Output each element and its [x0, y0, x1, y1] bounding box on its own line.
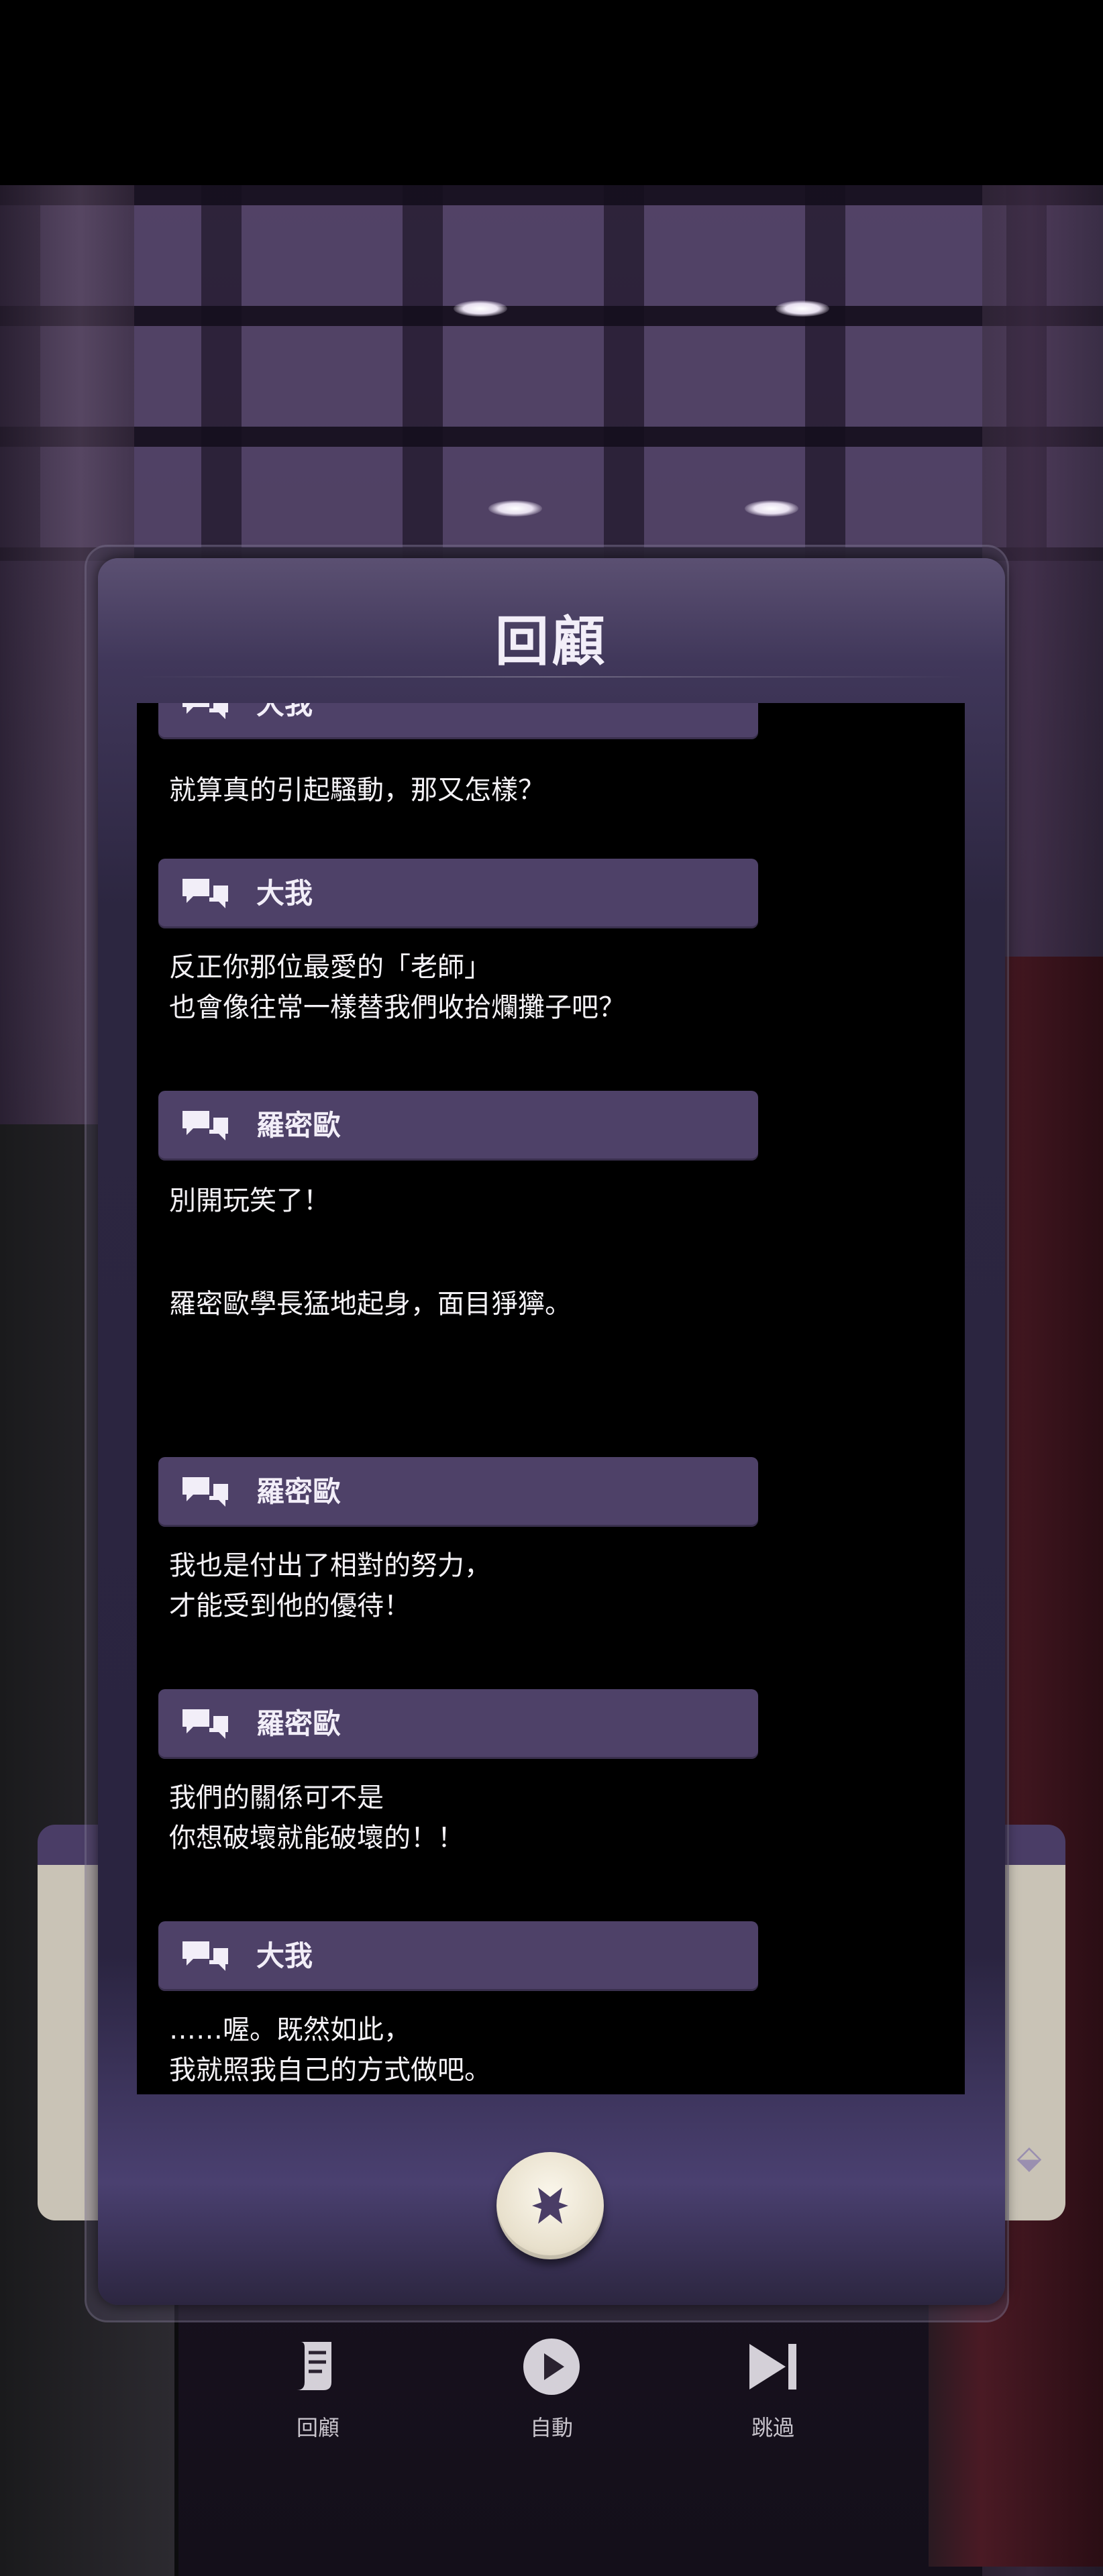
- speaker-bar: 羅密歐: [158, 1091, 758, 1161]
- speech-bubble-icon: [182, 879, 228, 908]
- speech-bubble-icon: [182, 1709, 228, 1739]
- ceiling-lamp: [776, 301, 829, 317]
- log-button[interactable]: 回顧: [264, 2334, 372, 2442]
- play-icon: [523, 2339, 580, 2395]
- speech-bubble-icon: [182, 1941, 228, 1971]
- speaker-bar: 大我: [158, 859, 758, 928]
- close-icon: [532, 2188, 568, 2224]
- skip-button[interactable]: 跳過: [719, 2334, 827, 2442]
- speaker-bar: 大我: [158, 703, 758, 739]
- divider: [138, 676, 965, 678]
- speaker-bar: 大我: [158, 1921, 758, 1991]
- speaker-bar: 羅密歐: [158, 1457, 758, 1527]
- ceiling-lamp: [454, 301, 507, 317]
- speech-bubble-icon: [182, 1477, 228, 1507]
- backlog-list[interactable]: 大我 就算真的引起騷動，那又怎樣？ 大我 反正你那位最愛的「老師」 也會像往常一…: [137, 703, 965, 2094]
- bottom-controls: 回顧 自動 跳過: [0, 2334, 1103, 2496]
- ceiling-lamp: [488, 500, 542, 517]
- speaker-bar: 羅密歐: [158, 1689, 758, 1759]
- speech-bubble-icon: [182, 703, 228, 719]
- chevron-down-icon: ⬙: [1016, 2139, 1042, 2176]
- skip-icon: [741, 2334, 805, 2399]
- auto-button[interactable]: 自動: [498, 2334, 605, 2442]
- scroll-icon: [286, 2334, 350, 2399]
- modal-title: 回顧: [495, 610, 608, 673]
- ceiling-lamp: [745, 500, 798, 517]
- close-button[interactable]: [496, 2152, 604, 2259]
- speech-bubble-icon: [182, 1111, 228, 1140]
